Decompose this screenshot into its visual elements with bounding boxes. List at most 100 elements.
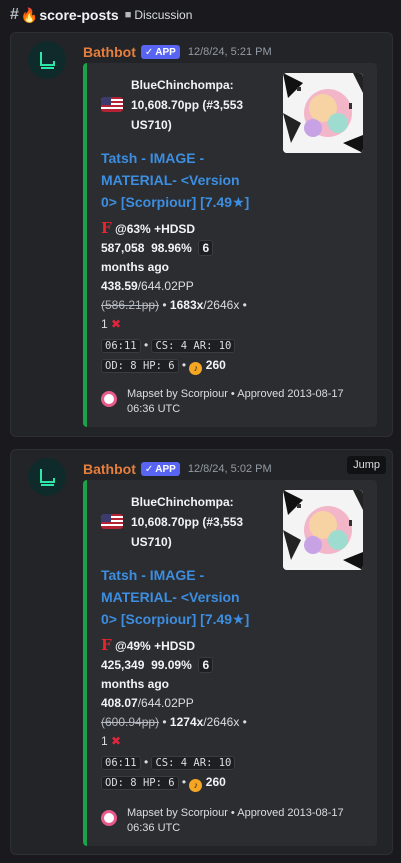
beatmap-thumbnail[interactable] <box>283 490 363 570</box>
combo: 1274x <box>169 715 204 729</box>
embed-author-line: BlueChinchompa: <box>131 495 234 509</box>
pp-max: /644.02PP <box>137 279 194 293</box>
embed-author-line: BlueChinchompa: <box>131 78 234 92</box>
miss-count: 1 <box>101 734 108 748</box>
avatar[interactable] <box>28 458 66 496</box>
mods: +HDSD <box>154 639 196 653</box>
app-badge-label: APP <box>155 463 176 475</box>
footer-text: 06:36 UTC <box>127 403 181 415</box>
breadcrumb[interactable]: Discussion <box>134 8 192 22</box>
embed-description: F @63% +HDSD 587,058 98.96% 6 months ago… <box>101 219 247 375</box>
footer-text: Mapset by Scorpiour • Approved 2013-08-1… <box>127 807 344 819</box>
embed: BlueChinchompa: 10,608.70pp (#3,553 US71… <box>83 63 377 427</box>
combo: 1683x <box>169 298 204 312</box>
embed-title-link[interactable]: Tatsh - IMAGE - MATERIAL- <Version 0> [S… <box>101 564 281 630</box>
od-hp: OD: 8 HP: 6 <box>101 359 179 373</box>
pp: 438.59 <box>101 279 138 293</box>
cs: CS: 4 <box>155 340 188 352</box>
time-ago-number: 6 <box>198 657 214 673</box>
embed-title-line: Tatsh - IMAGE - <box>101 150 205 166</box>
pp: 408.07 <box>101 696 138 710</box>
cs-ar: CS: 4 AR: 10 <box>151 756 236 770</box>
osu-logo-icon <box>101 391 117 407</box>
avatar[interactable] <box>28 41 66 79</box>
miss-icon: ✖ <box>111 734 122 748</box>
author-name[interactable]: Bathbot <box>83 44 136 60</box>
embed-description: F @49% +HDSD 425,349 99.09% 6 months ago… <box>101 636 247 792</box>
miss-count: 1 <box>101 317 108 331</box>
bathbot-logo-icon <box>40 469 55 486</box>
folder-icon: ■ <box>124 9 132 21</box>
embed-footer: Mapset by Scorpiour • Approved 2013-08-1… <box>101 387 363 417</box>
jump-button[interactable]: Jump <box>347 456 386 474</box>
max-combo: /2646x <box>203 715 240 729</box>
bpm: 260 <box>205 775 226 789</box>
hp: HP: 6 <box>142 360 175 372</box>
max-combo: /2646x <box>203 298 240 312</box>
message-header: Bathbot ✓ APP 12/8/24, 5:02 PM <box>83 460 272 478</box>
footer-text: 06:36 UTC <box>127 822 181 834</box>
thread-hash-icon: # <box>10 6 19 23</box>
timestamp[interactable]: 12/8/24, 5:02 PM <box>188 463 272 475</box>
embed-footer: Mapset by Scorpiour • Approved 2013-08-1… <box>101 806 363 836</box>
author-name[interactable]: Bathbot <box>83 461 136 477</box>
grade-f-icon: F <box>101 636 112 654</box>
app-badge-label: APP <box>155 46 176 58</box>
miss-icon: ✖ <box>111 317 122 331</box>
ar: AR: 10 <box>193 757 232 769</box>
timestamp[interactable]: 12/8/24, 5:21 PM <box>188 46 272 58</box>
mods: +HDSD <box>154 222 196 236</box>
time-ago-unit: months ago <box>101 260 169 274</box>
osu-logo-icon <box>101 810 117 826</box>
od: OD: 8 <box>105 777 137 789</box>
bpm-icon: ♪ <box>189 779 203 792</box>
embed-author-line: 10,608.70pp (#3,553 <box>131 98 244 112</box>
pp-if-fc: (586.21pp) <box>101 298 160 312</box>
check-icon: ✓ <box>144 463 154 475</box>
message[interactable]: Bathbot ✓ APP 12/8/24, 5:02 PM Jump BlueC… <box>10 449 393 855</box>
hp: HP: 6 <box>142 777 175 789</box>
ar: AR: 10 <box>193 340 232 352</box>
bathbot-logo-icon <box>40 52 55 69</box>
channel-name[interactable]: score-posts <box>39 7 118 23</box>
message[interactable]: Bathbot ✓ APP 12/8/24, 5:21 PM BlueChinch… <box>10 32 393 437</box>
embed-title-line: 0> [Scorpiour] [7.49★] <box>101 194 250 210</box>
fire-icon: 🔥 <box>20 6 39 23</box>
embed-title-link[interactable]: Tatsh - IMAGE - MATERIAL- <Version 0> [S… <box>101 147 281 213</box>
app-badge: ✓ APP <box>140 462 180 476</box>
accuracy: 98.96% <box>151 241 192 255</box>
grade-f-icon: F <box>101 219 112 237</box>
us-flag-icon <box>101 97 123 112</box>
progress: @49% <box>115 639 151 653</box>
time-ago-unit: months ago <box>101 677 169 691</box>
pp-max: /644.02PP <box>137 696 194 710</box>
accuracy: 99.09% <box>151 658 192 672</box>
app-badge: ✓ APP <box>140 45 180 59</box>
embed-author-line: US710) <box>131 535 172 549</box>
embed-title-line: MATERIAL- <Version <box>101 172 240 188</box>
beatmap-thumbnail[interactable] <box>283 73 363 153</box>
score: 587,058 <box>101 241 145 255</box>
channel-header: # 🔥 score-posts ■ Discussion <box>0 0 401 30</box>
embed-author-line: US710) <box>131 118 172 132</box>
embed-author[interactable]: BlueChinchompa: 10,608.70pp (#3,553 US71… <box>131 75 271 135</box>
embed-title-line: MATERIAL- <Version <box>101 589 240 605</box>
embed: BlueChinchompa: 10,608.70pp (#3,553 US71… <box>83 480 377 846</box>
footer-text: Mapset by Scorpiour • Approved 2013-08-1… <box>127 388 344 400</box>
length: 06:11 <box>101 339 141 353</box>
embed-author-line: 10,608.70pp (#3,553 <box>131 515 244 529</box>
embed-title-line: 0> [Scorpiour] [7.49★] <box>101 611 250 627</box>
bpm-icon: ♪ <box>189 362 203 375</box>
embed-title-line: Tatsh - IMAGE - <box>101 567 205 583</box>
od-hp: OD: 8 HP: 6 <box>101 776 179 790</box>
progress: @63% <box>115 222 151 236</box>
pp-if-fc: (600.94pp) <box>101 715 160 729</box>
us-flag-icon <box>101 514 123 529</box>
length: 06:11 <box>101 756 141 770</box>
score: 425,349 <box>101 658 145 672</box>
bpm: 260 <box>205 358 226 372</box>
embed-author[interactable]: BlueChinchompa: 10,608.70pp (#3,553 US71… <box>131 492 271 552</box>
cs-ar: CS: 4 AR: 10 <box>151 339 236 353</box>
message-header: Bathbot ✓ APP 12/8/24, 5:21 PM <box>83 43 272 61</box>
cs: CS: 4 <box>155 757 188 769</box>
